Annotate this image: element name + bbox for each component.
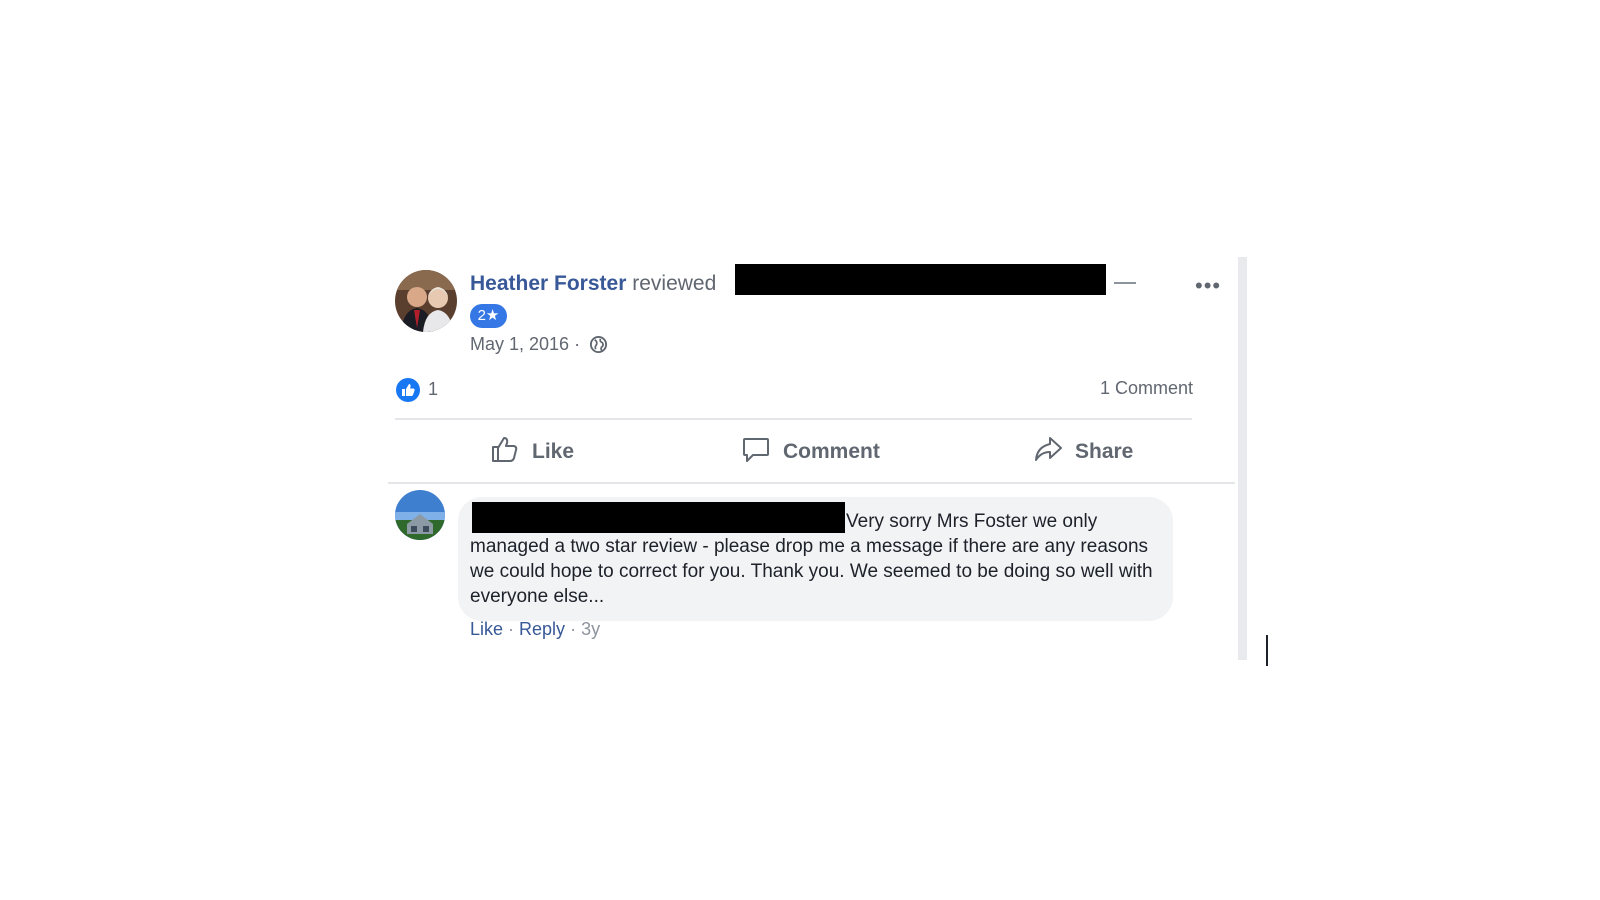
comment-actions: Like · Reply · 3y [470, 619, 600, 640]
like-label: Like [532, 440, 575, 463]
comment-action-separator: · [503, 619, 520, 639]
globe-icon [589, 335, 608, 359]
post-meta: May 1, 2016 · [470, 334, 608, 359]
comment-time-separator: · [565, 619, 582, 639]
like-count[interactable]: 1 [428, 379, 438, 400]
share-arrow-icon [1033, 434, 1063, 470]
comment-bubble-icon [741, 434, 771, 470]
stats-divider [395, 418, 1192, 420]
post-header-line: Heather Forster reviewed [470, 272, 716, 296]
text-cursor [1266, 635, 1268, 666]
post-date-link[interactable]: May 1, 2016 · [470, 334, 580, 354]
more-options-button[interactable]: ••• [1195, 273, 1221, 299]
author-avatar[interactable] [395, 270, 457, 332]
comment-like-link[interactable]: Like [470, 619, 503, 639]
rating-badge: 2★ [470, 304, 507, 328]
redacted-page-name [735, 264, 1106, 295]
share-label: Share [1075, 440, 1134, 463]
comment-timestamp[interactable]: 3y [581, 619, 600, 639]
like-button[interactable]: Like [490, 427, 574, 477]
commenter-avatar[interactable] [395, 490, 445, 540]
like-reaction-icon[interactable] [396, 378, 420, 402]
scrollbar-track[interactable] [1238, 257, 1247, 660]
thumbs-up-icon [490, 434, 520, 470]
share-button[interactable]: Share [1033, 427, 1133, 477]
comment-reply-link[interactable]: Reply [519, 619, 565, 639]
author-name-link[interactable]: Heather Forster [470, 272, 626, 295]
redacted-commenter-name [472, 502, 845, 533]
comment-button[interactable]: Comment [741, 427, 880, 477]
actions-divider [388, 482, 1235, 484]
comment-label: Comment [783, 440, 880, 463]
title-dash [1114, 282, 1136, 284]
comment-count-link[interactable]: 1 Comment [1100, 378, 1193, 399]
review-action-text: reviewed [626, 272, 717, 295]
review-post-card: Heather Forster reviewed ••• 2★ May 1, 2… [388, 255, 1235, 660]
